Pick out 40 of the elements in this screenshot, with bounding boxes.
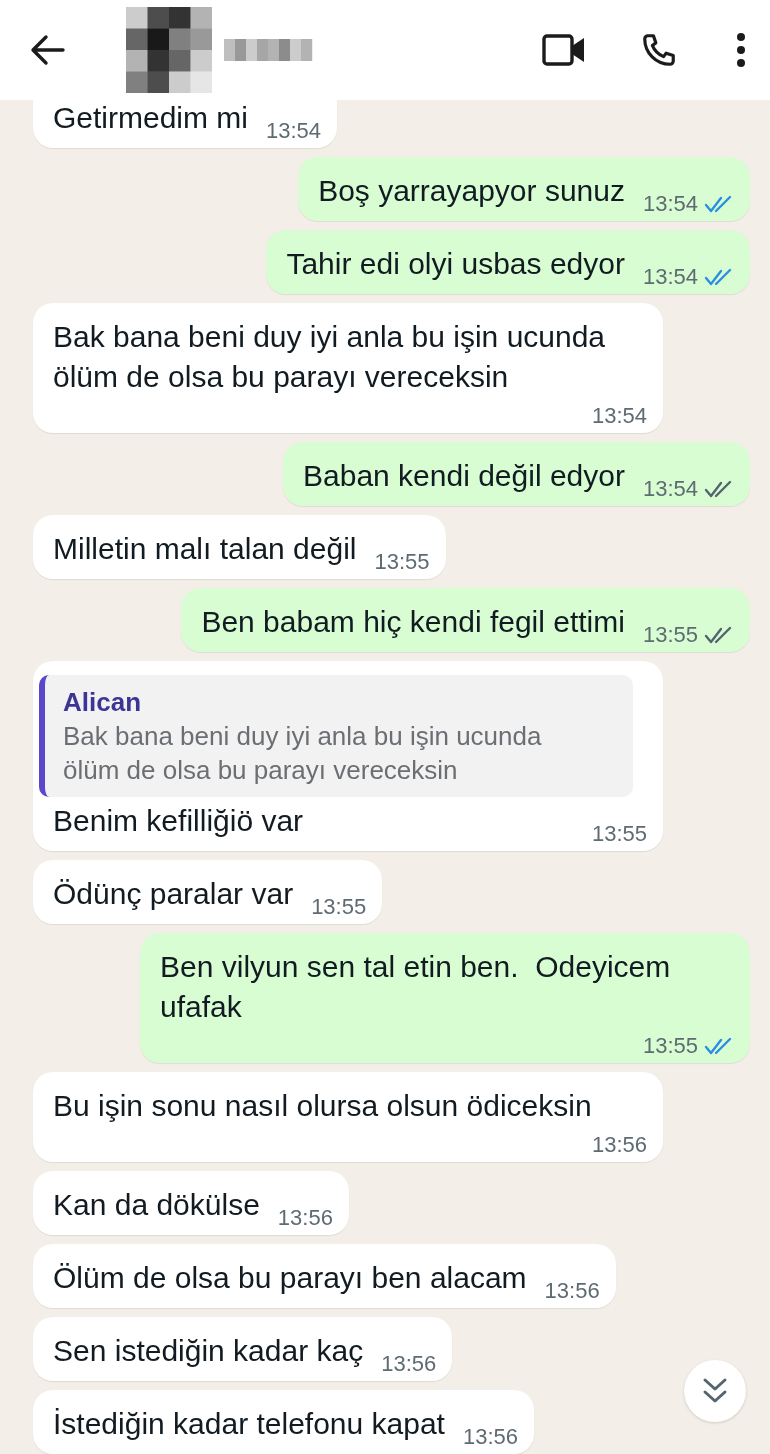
- video-call-icon[interactable]: [542, 32, 586, 68]
- message-time: 13:56: [277, 1205, 333, 1231]
- message-time: 13:55: [591, 821, 647, 847]
- quote-text: Bak bana beni duy iyi anla bu işin ucunda ölüm de olsa bu parayı vereceksin: [63, 720, 543, 787]
- message-text: Tahir edi olyi usbas edyor: [286, 246, 625, 282]
- message-text: Milletin malı talan değil: [53, 531, 357, 567]
- quoted-message[interactable]: Alican Bak bana beni duy iyi anla bu işin ucunda ölüm de olsa bu parayı vereceksin: [39, 675, 633, 797]
- message-text: Ödünç paralar var: [53, 876, 294, 912]
- message-text: Bu işin sonu nasıl olursa olsun ödiceksin: [53, 1088, 592, 1124]
- message-time: 13:54: [642, 191, 698, 217]
- blurred-name[interactable]: [222, 39, 314, 61]
- message-text: Ben babam hiç kendi fegil ettimi: [201, 604, 625, 640]
- message-text: Getirmedim mi: [53, 100, 248, 136]
- message-time: 13:54: [642, 264, 698, 290]
- blurred-avatar[interactable]: [126, 7, 212, 93]
- message-text: Kan da dökülse: [53, 1187, 260, 1223]
- message-time: 13:56: [544, 1278, 600, 1304]
- message-text: Boş yarrayapyor sunuz: [318, 173, 625, 209]
- more-options-icon[interactable]: [736, 32, 746, 68]
- message-time: 13:55: [642, 622, 698, 648]
- message-text: Ben vilyun sen tal etin ben. Odeyicem ufafak: [160, 949, 672, 1025]
- double-chevron-down-icon: [702, 1377, 728, 1405]
- message-time: 13:56: [462, 1424, 518, 1450]
- scroll-down-button[interactable]: [684, 1360, 746, 1422]
- message-time: 13:54: [591, 403, 647, 429]
- message-time: 13:54: [642, 476, 698, 502]
- message-time: 13:55: [311, 894, 367, 920]
- message-text: Bak bana beni duy iyi anla bu işin ucunda ölüm de olsa bu parayı vereceksin: [53, 319, 607, 395]
- message-text: Sen istediğin kadar kaç: [53, 1333, 364, 1369]
- message-text: Ölüm de olsa bu parayı ben alacam: [53, 1260, 527, 1296]
- message-time: 13:56: [381, 1351, 437, 1377]
- message-time: 13:55: [374, 549, 430, 575]
- message-text: İstediğin kadar telefonu kapat: [53, 1406, 445, 1442]
- message-text: Baban kendi değil edyor: [303, 458, 625, 494]
- message-time: 13:54: [266, 118, 322, 144]
- message-time: 13:56: [591, 1132, 647, 1158]
- message-time: 13:55: [642, 1033, 698, 1059]
- quote-author: Alican: [63, 686, 143, 719]
- message-text: Benim kefilliğiö var: [53, 803, 304, 839]
- phone-icon[interactable]: [640, 31, 678, 69]
